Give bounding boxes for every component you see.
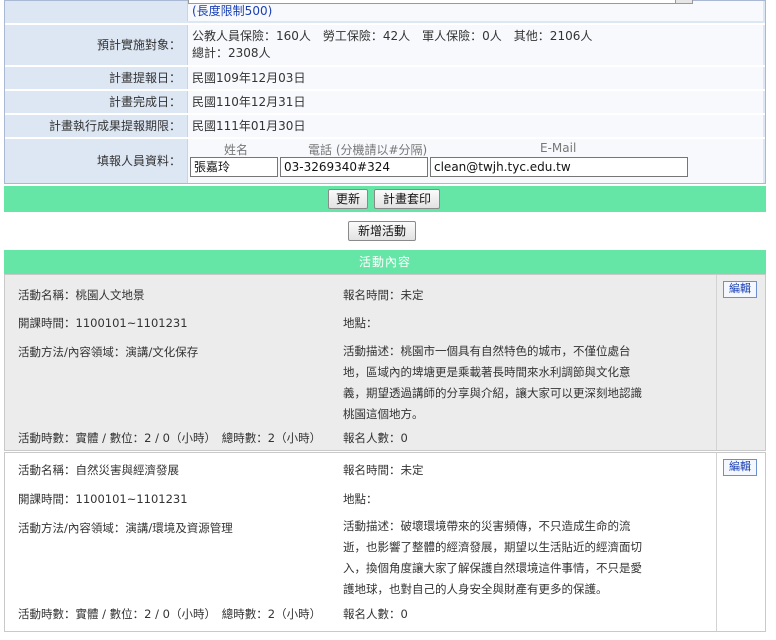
edit-activity-button[interactable]: 編輯 — [723, 281, 757, 298]
description-line: 活動描述：破壞環境帶來的災害頻傳，不只造成生命的流 — [343, 519, 631, 533]
description-line: 活動描述：桃園市一個具有自然特色的城市，不僅位處台 — [343, 344, 631, 358]
plan-form: (長度限制500) 預計實施對象： 公教人員保險：160人 勞工保險：42人 軍… — [4, 0, 766, 184]
column-divider — [716, 453, 717, 631]
target-row: 預計實施對象： 公教人員保險：160人 勞工保險：42人 軍人保險：0人 其他：… — [5, 25, 765, 67]
activity-hours: 活動時數：實體 / 數位：2 / 0（小時） 總時數：2（小時） — [18, 431, 322, 445]
name-header: 姓名 — [224, 143, 249, 157]
update-button[interactable]: 更新 — [328, 189, 368, 209]
complete-date-label: 計畫完成日： — [108, 95, 181, 109]
description-line: 地，區域內的埤塘更是乘載著長時間來水利調節與文化意 — [343, 365, 631, 379]
course-time: 開課時間：1100101~1101231 — [18, 492, 188, 506]
signup-count: 報名人數：0 — [343, 607, 408, 621]
email-header: E-Mail — [540, 141, 577, 155]
description-line: 桃園這個地方。 — [343, 407, 424, 421]
length-hint: (長度限制500) — [192, 4, 273, 18]
proposal-date-label: 計畫提報日： — [108, 71, 181, 85]
course-time: 開課時間：1100101~1101231 — [18, 316, 188, 330]
phone-input[interactable]: 03-3269340#324 — [280, 157, 428, 177]
activity-name: 活動名稱：自然災害與經濟發展 — [18, 463, 179, 477]
activity-method: 活動方法/內容領域：演講/文化保存 — [18, 345, 199, 359]
proposal-date-row: 計畫提報日： 民國109年12月03日 — [5, 67, 765, 91]
activity-place: 地點： — [343, 492, 378, 506]
phone-header: 電話 (分機請以#分隔) — [308, 143, 428, 157]
reporter-fields: 姓名 電話 (分機請以#分隔) E-Mail 張嘉玲 03-3269340#32… — [187, 139, 763, 183]
reporter-row: 填報人員資料： 姓名 電話 (分機請以#分隔) E-Mail 張嘉玲 03-32… — [5, 139, 765, 183]
activity-place: 地點： — [343, 316, 378, 330]
email-input[interactable]: clean@twjh.tyc.edu.tw — [430, 157, 688, 177]
target-label: 預計實施對象： — [96, 38, 181, 52]
proposal-date-value: 民國109年12月03日 — [187, 67, 763, 89]
target-breakdown: 公教人員保險：160人 勞工保險：42人 軍人保險：0人 其他：2106人 — [192, 29, 593, 43]
action-bar: 更新 計畫套印 — [4, 186, 766, 212]
deadline-row: 計畫執行成果提報期限： 民國111年01月30日 — [5, 115, 765, 139]
activity-description: 活動描述：破壞環境帶來的災害頻傳，不只造成生命的流 逝，也影響了整體的經濟發展，… — [343, 516, 663, 600]
reporter-label: 填報人員資料： — [96, 154, 181, 168]
signup-time: 報名時間：未定 — [343, 288, 424, 302]
add-activity-button[interactable]: 新增活動 — [348, 221, 416, 241]
description-line: 逝，也影響了整體的經濟發展，期望以生活貼近的經濟面切 — [343, 540, 642, 554]
description-textarea-edge[interactable] — [188, 0, 683, 4]
activity-section-header: 活動內容 — [4, 250, 766, 274]
name-input[interactable]: 張嘉玲 — [190, 157, 278, 177]
target-total: 總計：2308人 — [192, 46, 271, 60]
description-line: 入，換個角度讓大家了解保護自然環境這件事情，不只是愛 — [343, 561, 642, 575]
column-divider — [716, 275, 717, 450]
description-line: 護地球，也對自己的人身安全與財產有更多的保護。 — [343, 582, 608, 596]
description-cell: (長度限制500) — [187, 0, 763, 21]
activity-hours: 活動時數：實體 / 數位：2 / 0（小時） 總時數：2（小時） — [18, 607, 322, 621]
activity-card: 活動名稱：自然災害與經濟發展 報名時間：未定 開課時間：1100101~1101… — [4, 452, 766, 632]
target-value: 公教人員保險：160人 勞工保險：42人 軍人保險：0人 其他：2106人 總計… — [187, 25, 763, 65]
print-plan-button[interactable]: 計畫套印 — [374, 189, 440, 209]
activity-name: 活動名稱：桃園人文地景 — [18, 288, 145, 302]
activity-card: 活動名稱：桃園人文地景 報名時間：未定 開課時間：1100101~1101231… — [4, 274, 766, 451]
complete-date-row: 計畫完成日： 民國110年12月31日 — [5, 91, 765, 115]
deadline-label: 計畫執行成果提報期限： — [48, 119, 181, 133]
complete-date-value: 民國110年12月31日 — [187, 91, 763, 113]
deadline-value: 民國111年01月30日 — [187, 115, 763, 137]
activity-description: 活動描述：桃園市一個具有自然特色的城市，不僅位處台 地，區域內的埤塘更是乘載著長… — [343, 341, 663, 425]
edit-activity-button[interactable]: 編輯 — [723, 459, 757, 476]
signup-time: 報名時間：未定 — [343, 463, 424, 477]
description-line: 義，期望透過講師的分享與介紹，讓大家可以更深刻地認識 — [343, 386, 642, 400]
activity-method: 活動方法/內容領域：演講/環境及資源管理 — [18, 521, 233, 535]
signup-count: 報名人數：0 — [343, 431, 408, 445]
description-row: (長度限制500) — [5, 0, 765, 25]
page: (長度限制500) 預計實施對象： 公教人員保險：160人 勞工保險：42人 軍… — [0, 0, 776, 640]
textarea-resize-handle[interactable] — [675, 0, 693, 4]
